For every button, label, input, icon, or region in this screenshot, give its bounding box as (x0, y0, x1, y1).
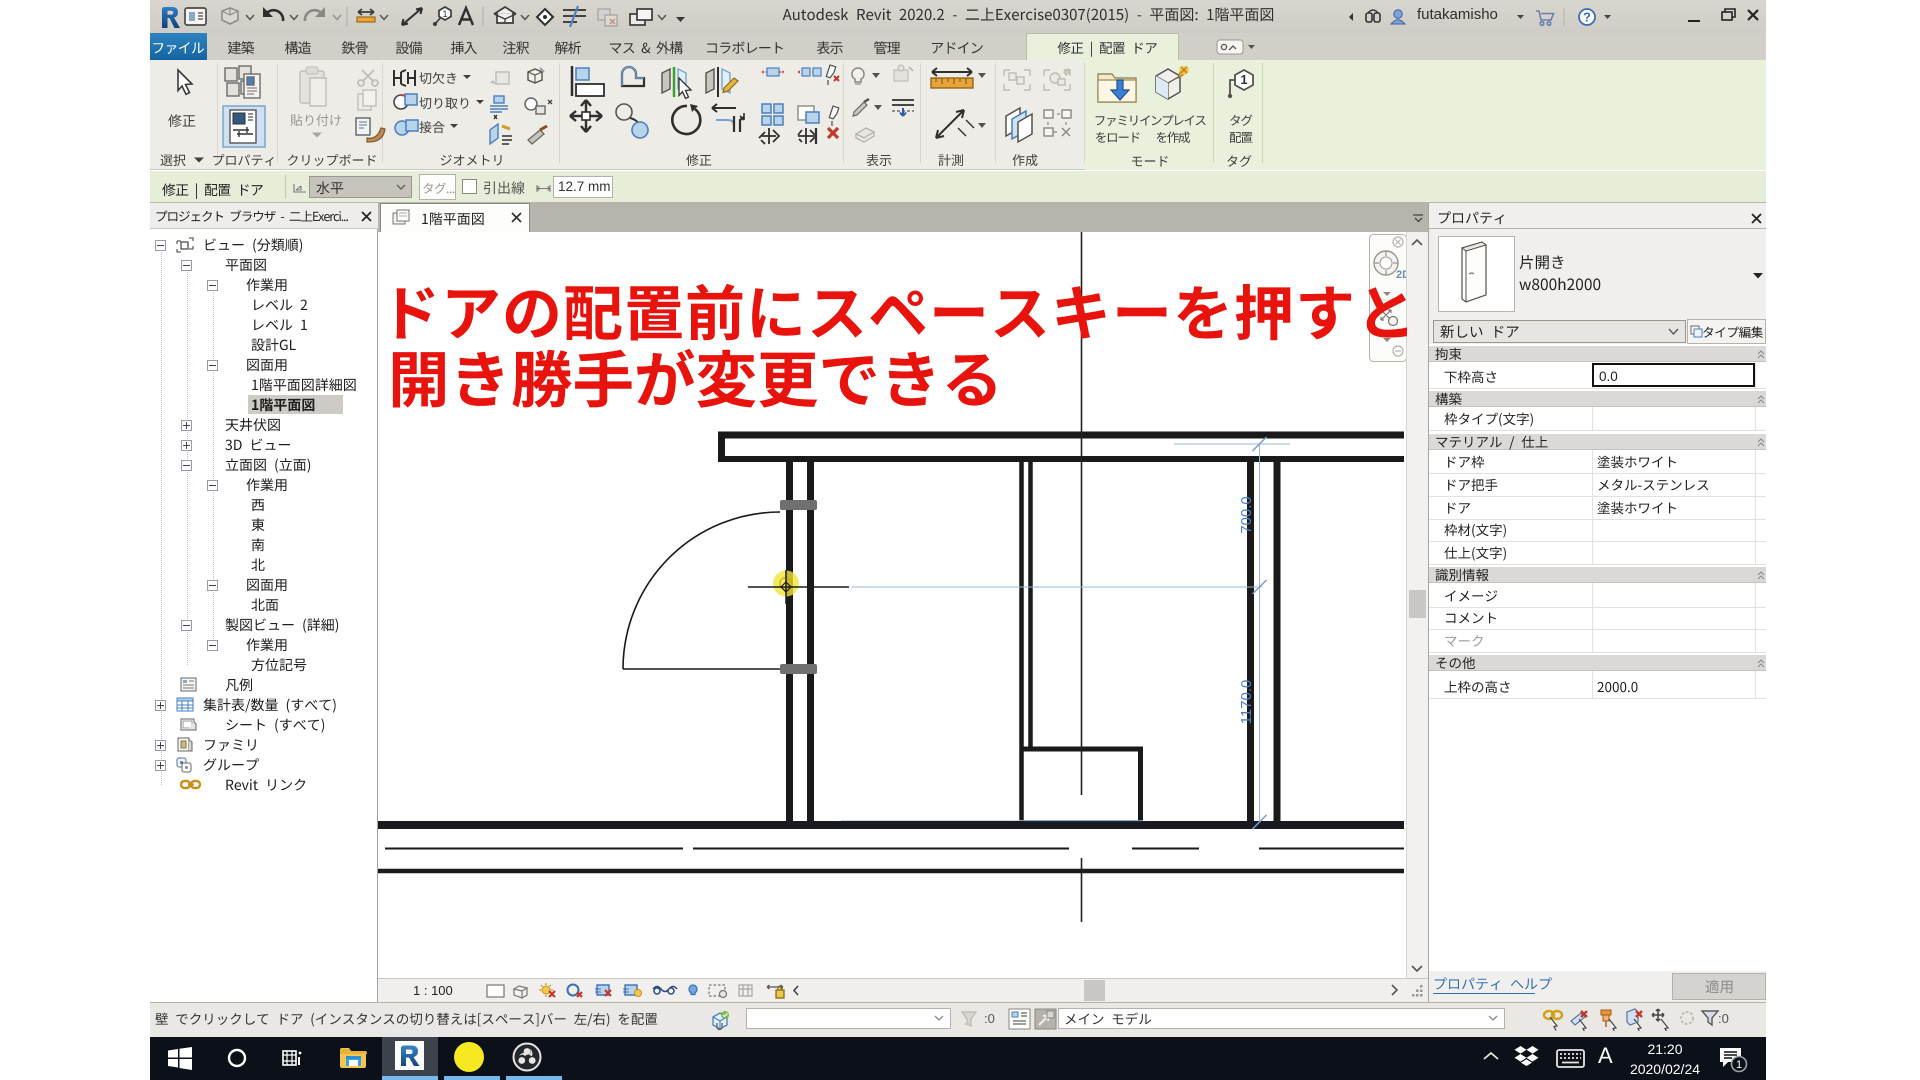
svg-text:1: 1 (1240, 72, 1247, 87)
svg-text:1: 1 (1736, 1059, 1742, 1071)
svg-text:700.0: 700.0 (1238, 496, 1255, 534)
svg-text:1170.0: 1170.0 (1238, 680, 1255, 725)
svg-text:1: 1 (442, 9, 447, 19)
svg-text:?: ? (1583, 10, 1591, 25)
